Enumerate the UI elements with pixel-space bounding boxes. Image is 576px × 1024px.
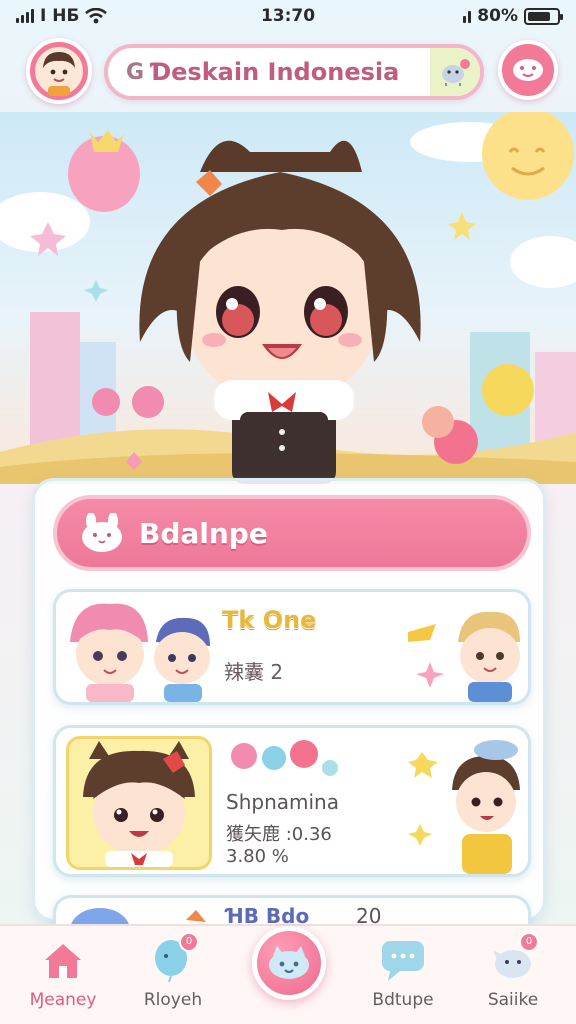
notification-badge: 0	[179, 932, 199, 952]
search-glyph: G	[126, 59, 145, 85]
cat-face-icon	[269, 946, 309, 979]
mascot-icon[interactable]	[430, 48, 480, 96]
content-panel: Bdalnpe Tk One 辣囊 2 Shpnamina 獲矢鹿:0.36 …	[32, 478, 546, 935]
emoji-menu-button[interactable]	[498, 40, 558, 100]
card-stat: 獲矢鹿 :0.36	[226, 824, 332, 845]
clock: 13:70	[260, 6, 316, 26]
character-portrait	[66, 736, 212, 870]
home-icon	[39, 936, 87, 984]
card-title: Shpnamina	[226, 790, 339, 814]
cell-signal-icon	[463, 9, 472, 23]
card-percent: 3.80 %	[226, 846, 289, 867]
avatar	[35, 47, 83, 96]
bunny-icon	[82, 513, 122, 552]
center-action-button[interactable]	[252, 926, 326, 1000]
profile-avatar-button[interactable]	[26, 38, 92, 104]
hero-banner	[0, 112, 576, 484]
balloons-icon	[231, 740, 338, 776]
signal-icon	[16, 9, 34, 23]
network-label: I НБ	[40, 6, 80, 26]
cute-face-icon	[513, 59, 543, 81]
chat-bubble-icon	[379, 936, 427, 984]
nav-item-home[interactable]: Ɱeaney	[8, 926, 118, 1024]
status-bar: I НБ 13:70 80%	[0, 0, 576, 32]
nav-item-bdtupe[interactable]: Bdtupe	[348, 926, 458, 1024]
balloon-icon: 0	[149, 932, 199, 984]
bird-icon: 0	[489, 932, 539, 984]
card-title: Tk One	[222, 606, 317, 634]
nav-item-rloyeh[interactable]: 0 Rloyeh	[118, 926, 228, 1024]
hero-illustration	[0, 112, 576, 484]
notification-badge: 0	[519, 932, 539, 952]
nav-label: Bdtupe	[372, 990, 434, 1010]
search-bar[interactable]: G	[104, 44, 484, 100]
nav-label: Saiike	[487, 990, 539, 1010]
nav-label: Ɱeaney	[29, 990, 97, 1010]
character-card[interactable]: Shpnamina 獲矢鹿 :0.36 3.80 %	[53, 725, 531, 877]
featured-title: Bdalnpe	[139, 516, 268, 550]
search-input[interactable]	[150, 58, 441, 86]
nav-item-saiike[interactable]: 0 Saiike	[458, 926, 568, 1024]
featured-banner[interactable]: Bdalnpe	[53, 495, 531, 571]
nav-label: Rloyeh	[143, 990, 203, 1010]
card-subtitle: 辣囊 2	[224, 660, 284, 684]
boy-character-illustration	[408, 740, 520, 874]
battery-percent: 80%	[477, 6, 518, 26]
character-card[interactable]: Tk One 辣囊 2	[53, 589, 531, 705]
wifi-icon	[85, 8, 108, 24]
character-pair-illustration	[70, 603, 210, 702]
star-sticker-illustration	[408, 611, 520, 702]
battery-icon	[524, 7, 563, 25]
